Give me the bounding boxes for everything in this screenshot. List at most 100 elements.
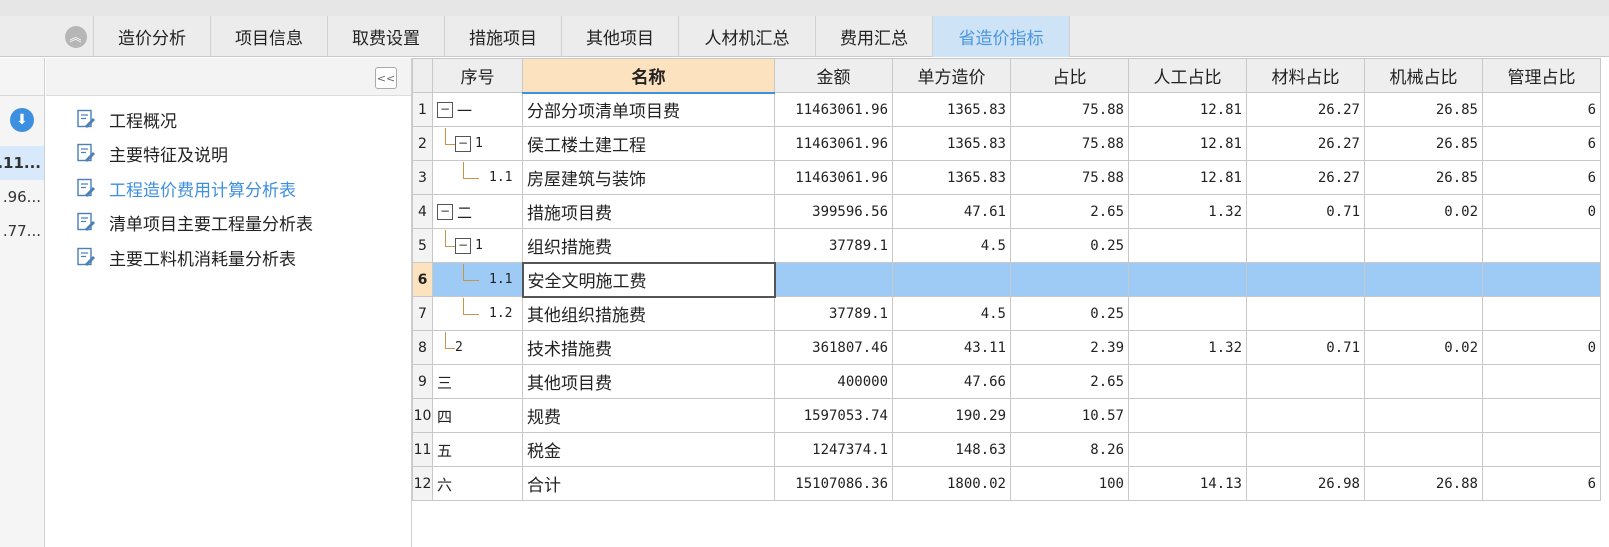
machine-ratio-cell[interactable]: 0.02: [1364, 330, 1483, 365]
tree-item[interactable]: 主要工料机消耗量分析表: [76, 242, 296, 272]
labor-ratio-cell[interactable]: [1128, 398, 1247, 433]
ratio-cell[interactable]: 0.25: [1010, 296, 1129, 331]
ratio-cell[interactable]: 0.25: [1010, 228, 1129, 263]
unit-cost-cell[interactable]: [892, 262, 1011, 297]
ratio-cell[interactable]: 8.26: [1010, 432, 1129, 467]
name-cell[interactable]: 房屋建筑与装饰: [522, 160, 775, 195]
mgmt-ratio-cell[interactable]: 6: [1482, 160, 1601, 195]
name-cell[interactable]: 组织措施费: [522, 228, 775, 263]
tab-2[interactable]: 项目信息: [211, 16, 328, 57]
amount-cell[interactable]: 1247374.1: [774, 432, 893, 467]
mgmt-ratio-cell[interactable]: [1482, 398, 1601, 433]
table-row[interactable]: 7 1.2 其他组织措施费 37789.1 4.5 0.25: [412, 296, 1601, 331]
material-ratio-cell[interactable]: [1246, 398, 1365, 433]
unit-cost-cell[interactable]: 1365.83: [892, 160, 1011, 195]
mgmt-ratio-cell[interactable]: [1482, 228, 1601, 263]
name-cell[interactable]: 税金: [522, 432, 775, 467]
seq-cell[interactable]: 四: [432, 398, 523, 433]
name-cell[interactable]: 分部分项清单项目费: [522, 92, 775, 127]
mgmt-ratio-cell[interactable]: 0: [1482, 330, 1601, 365]
labor-ratio-cell[interactable]: [1128, 432, 1247, 467]
tree-item[interactable]: 工程造价费用计算分析表: [76, 173, 296, 203]
mgmt-ratio-cell[interactable]: 0: [1482, 194, 1601, 229]
seq-cell[interactable]: − 二: [432, 194, 523, 229]
machine-ratio-cell[interactable]: [1364, 262, 1483, 297]
table-row[interactable]: 1− 一分部分项清单项目费 11463061.96 1365.83 75.88 12.81…: [412, 92, 1601, 127]
ratio-cell[interactable]: [1010, 262, 1129, 297]
amount-cell[interactable]: [774, 262, 893, 297]
column-header-labor-ratio[interactable]: 人工占比: [1128, 58, 1247, 93]
tab-8[interactable]: 省造价指标: [933, 16, 1070, 57]
mgmt-ratio-cell[interactable]: 6: [1482, 126, 1601, 161]
mgmt-ratio-cell[interactable]: 6: [1482, 466, 1601, 501]
seq-cell[interactable]: 五: [432, 432, 523, 467]
unit-cost-cell[interactable]: 43.11: [892, 330, 1011, 365]
material-ratio-cell[interactable]: 26.98: [1246, 466, 1365, 501]
labor-ratio-cell[interactable]: [1128, 228, 1247, 263]
left-pane-value[interactable]: .77...: [0, 214, 44, 248]
machine-ratio-cell[interactable]: [1364, 296, 1483, 331]
table-row[interactable]: 10 四 规费 1597053.74 190.29 10.57: [412, 398, 1601, 433]
unit-cost-cell[interactable]: 47.61: [892, 194, 1011, 229]
machine-ratio-cell[interactable]: 26.85: [1364, 92, 1483, 127]
mgmt-ratio-cell[interactable]: [1482, 262, 1601, 297]
amount-cell[interactable]: 15107086.36: [774, 466, 893, 501]
labor-ratio-cell[interactable]: [1128, 364, 1247, 399]
tree-item[interactable]: 清单项目主要工程量分析表: [76, 207, 313, 237]
seq-cell[interactable]: 1.2: [432, 296, 523, 331]
material-ratio-cell[interactable]: [1246, 296, 1365, 331]
unit-cost-cell[interactable]: 1800.02: [892, 466, 1011, 501]
column-header-ratio[interactable]: 占比: [1010, 58, 1129, 93]
material-ratio-cell[interactable]: 26.27: [1246, 126, 1365, 161]
column-header-mgmt-ratio[interactable]: 管理占比: [1482, 58, 1601, 93]
seq-cell[interactable]: 1.1: [432, 160, 523, 195]
name-cell[interactable]: 措施项目费: [522, 194, 775, 229]
material-ratio-cell[interactable]: 0.71: [1246, 330, 1365, 365]
tab-7[interactable]: 费用汇总: [816, 16, 933, 57]
tab-3[interactable]: 取费设置: [328, 16, 445, 57]
machine-ratio-cell[interactable]: 26.85: [1364, 126, 1483, 161]
column-header-unit-cost[interactable]: 单方造价: [892, 58, 1011, 93]
unit-cost-cell[interactable]: 1365.83: [892, 126, 1011, 161]
labor-ratio-cell[interactable]: 1.32: [1128, 330, 1247, 365]
amount-cell[interactable]: 11463061.96: [774, 160, 893, 195]
amount-cell[interactable]: 11463061.96: [774, 92, 893, 127]
amount-cell[interactable]: 361807.46: [774, 330, 893, 365]
name-cell[interactable]: 侯工楼土建工程: [522, 126, 775, 161]
left-pane-value[interactable]: .11...: [0, 146, 44, 180]
amount-cell[interactable]: 399596.56: [774, 194, 893, 229]
collapse-left-icon[interactable]: <<: [375, 67, 397, 89]
seq-cell[interactable]: 六: [432, 466, 523, 501]
seq-cell[interactable]: − 一: [432, 92, 523, 127]
amount-cell[interactable]: 400000: [774, 364, 893, 399]
seq-cell[interactable]: 2: [432, 330, 523, 365]
material-ratio-cell[interactable]: [1246, 228, 1365, 263]
left-pane-value[interactable]: .96...: [0, 180, 44, 214]
unit-cost-cell[interactable]: 1365.83: [892, 92, 1011, 127]
name-cell[interactable]: 其他组织措施费: [522, 296, 775, 331]
table-row[interactable]: 8 2 技术措施费 361807.46 43.11 2.39 1.32 0.71 0.02 0: [412, 330, 1601, 365]
unit-cost-cell[interactable]: 190.29: [892, 398, 1011, 433]
tree-item[interactable]: 工程概况: [76, 104, 177, 134]
mgmt-ratio-cell[interactable]: [1482, 364, 1601, 399]
material-ratio-cell[interactable]: 0.71: [1246, 194, 1365, 229]
seq-cell[interactable]: 三: [432, 364, 523, 399]
amount-cell[interactable]: 37789.1: [774, 296, 893, 331]
ratio-cell[interactable]: 2.65: [1010, 194, 1129, 229]
column-header-material-ratio[interactable]: 材料占比: [1246, 58, 1365, 93]
mgmt-ratio-cell[interactable]: [1482, 432, 1601, 467]
collapse-node-icon[interactable]: −: [437, 203, 453, 220]
machine-ratio-cell[interactable]: [1364, 398, 1483, 433]
labor-ratio-cell[interactable]: 12.81: [1128, 160, 1247, 195]
tab-5[interactable]: 其他项目: [562, 16, 679, 57]
material-ratio-cell[interactable]: [1246, 364, 1365, 399]
table-row[interactable]: 2−1 侯工楼土建工程 11463061.96 1365.83 75.88 12.81 26…: [412, 126, 1601, 161]
unit-cost-cell[interactable]: 148.63: [892, 432, 1011, 467]
name-cell[interactable]: 其他项目费: [522, 364, 775, 399]
unit-cost-cell[interactable]: 47.66: [892, 364, 1011, 399]
ratio-cell[interactable]: 2.39: [1010, 330, 1129, 365]
machine-ratio-cell[interactable]: 0.02: [1364, 194, 1483, 229]
collapse-node-icon[interactable]: −: [455, 237, 471, 254]
table-row[interactable]: 3 1.1 房屋建筑与装饰 11463061.96 1365.83 75.88 12.81 2…: [412, 160, 1601, 195]
seq-cell[interactable]: −1: [432, 228, 523, 263]
